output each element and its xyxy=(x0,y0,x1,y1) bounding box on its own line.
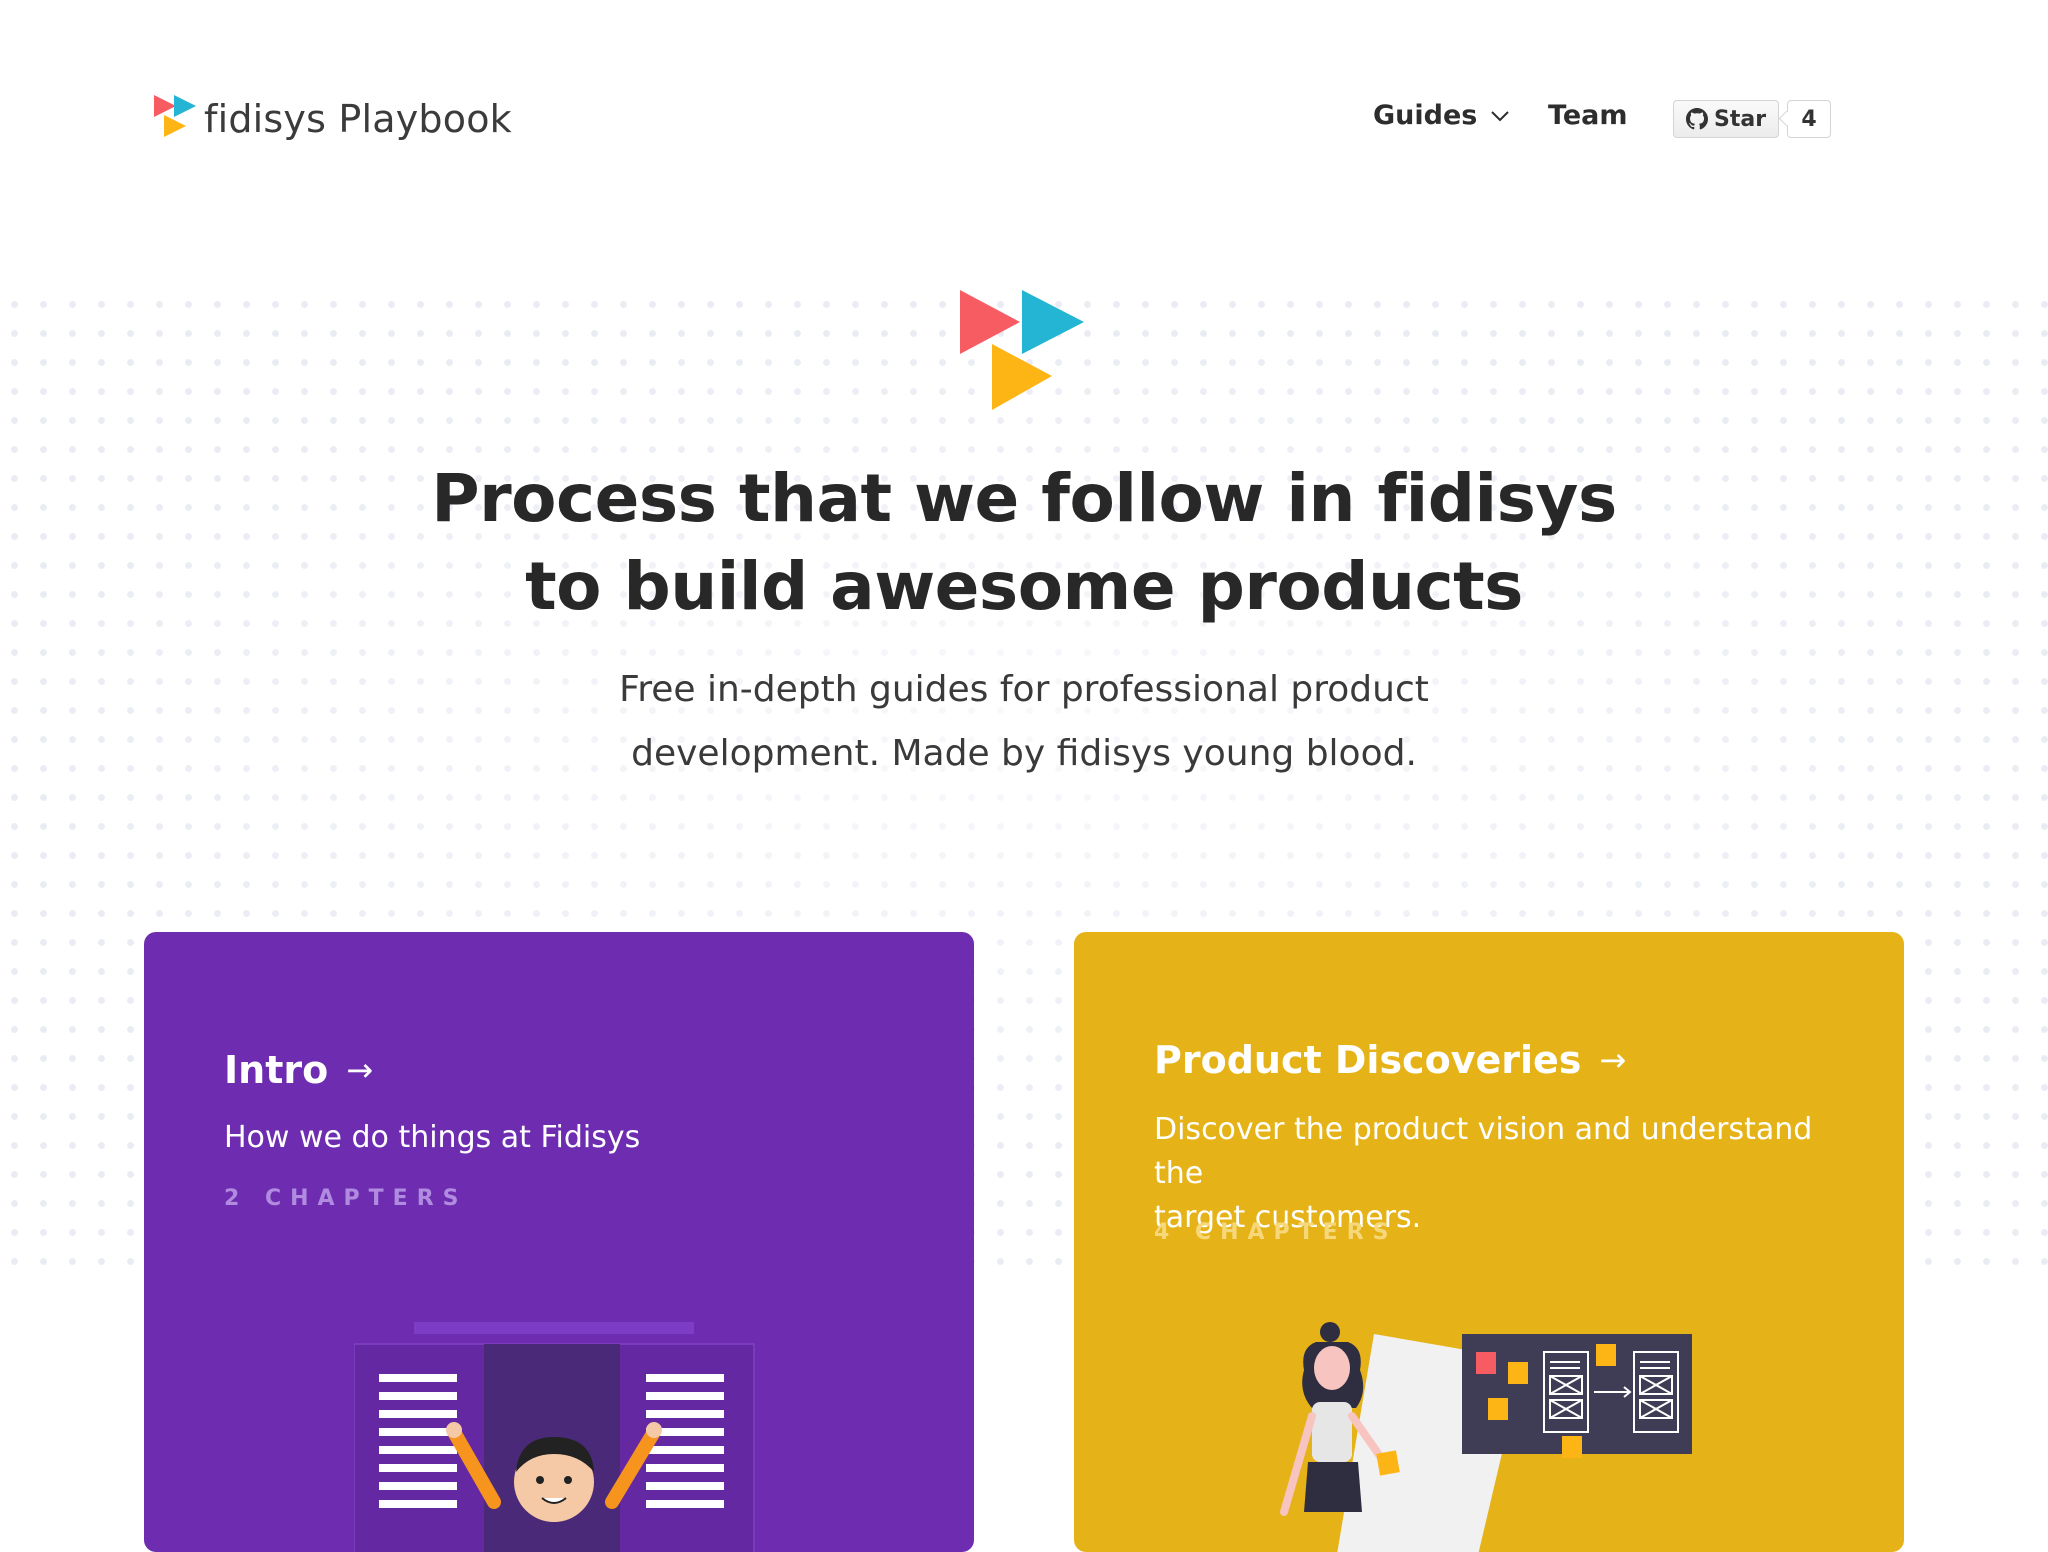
github-star-label: Star xyxy=(1714,106,1767,132)
hero-subtitle-line-2: development. Made by fidisys young blood… xyxy=(631,733,1417,774)
guide-description-line-1: Discover the product vision and understa… xyxy=(1154,1112,1813,1191)
guide-card-title[interactable]: Product Discoveries → xyxy=(1154,1038,1626,1082)
hero-title: Process that we follow in fidisys to bui… xyxy=(0,455,2048,631)
github-star-widget: Star 4 xyxy=(1673,100,1832,138)
hero-subtitle: Free in-depth guides for professional pr… xyxy=(574,658,1474,786)
nav-team-label: Team xyxy=(1548,100,1628,131)
guide-title-product-discoveries: Product Discoveries xyxy=(1154,1038,1582,1082)
guide-card-product-discoveries[interactable]: Product Discoveries → Discover the produ… xyxy=(1074,932,1904,1552)
chevron-down-icon xyxy=(1491,110,1510,121)
guide-title-intro: Intro xyxy=(224,1048,329,1092)
github-icon xyxy=(1686,108,1708,130)
window-illustration xyxy=(354,1322,755,1552)
site-header: fidisys Playbook Guides Team Star 4 xyxy=(0,0,2048,240)
guide-card-intro[interactable]: Intro → How we do things at Fidisys 2 CH… xyxy=(144,932,974,1552)
arrow-right-icon: → xyxy=(1599,1041,1627,1079)
github-star-count[interactable]: 4 xyxy=(1787,100,1832,138)
hero-title-line-2: to build awesome products xyxy=(525,548,1523,625)
hero-subtitle-line-1: Free in-depth guides for professional pr… xyxy=(619,669,1429,710)
guide-description: How we do things at Fidisys xyxy=(224,1120,641,1155)
fidisys-logo-icon xyxy=(154,95,196,137)
nav-guides-label: Guides xyxy=(1373,100,1478,131)
guide-chapters-count: 4 CHAPTERS xyxy=(1154,1220,1398,1245)
brand-link[interactable]: fidisys Playbook xyxy=(154,95,512,143)
nav-team-link[interactable]: Team xyxy=(1548,100,1628,131)
brand-name: fidisys Playbook xyxy=(204,97,512,141)
guide-chapters-count: 2 CHAPTERS xyxy=(224,1186,468,1211)
guide-card-title[interactable]: Intro → xyxy=(224,1048,373,1092)
github-star-button[interactable]: Star xyxy=(1673,100,1780,138)
hero-logo-icon xyxy=(960,290,1084,410)
nav-guides-dropdown[interactable]: Guides xyxy=(1373,100,1511,131)
arrow-right-icon: → xyxy=(346,1051,374,1089)
hero-title-line-1: Process that we follow in fidisys xyxy=(431,460,1617,537)
planning-board-illustration xyxy=(1280,1322,1692,1552)
